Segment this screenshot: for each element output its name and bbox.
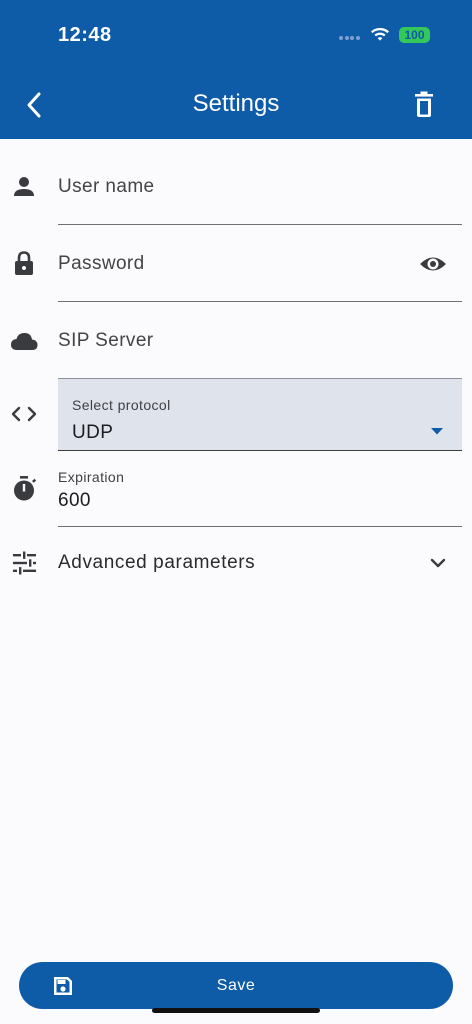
eye-icon[interactable] <box>418 249 448 279</box>
lock-icon <box>15 251 33 275</box>
username-input[interactable] <box>58 176 438 198</box>
expiration-label: Expiration <box>58 469 125 485</box>
cellular-signal-icon <box>339 36 363 42</box>
app-header: 12:48 100 Settings <box>0 0 472 139</box>
person-icon <box>14 177 34 196</box>
battery-indicator: 100 <box>399 27 430 43</box>
cloud-icon <box>11 333 38 350</box>
wifi-icon <box>371 28 389 41</box>
home-indicator <box>152 1008 320 1013</box>
protocol-select-value: UDP <box>72 422 114 443</box>
chevron-down-icon[interactable] <box>424 548 454 578</box>
save-button[interactable]: Save <box>19 962 453 1009</box>
timer-icon <box>14 476 37 501</box>
protocol-select-label: Select protocol <box>72 397 171 413</box>
username-underline <box>58 224 462 225</box>
sip-server-input[interactable] <box>58 330 438 352</box>
password-input[interactable] <box>58 253 398 275</box>
page-title: Settings <box>192 90 280 117</box>
advanced-parameters-label[interactable]: Advanced parameters <box>58 552 255 574</box>
tune-icon <box>13 551 36 575</box>
caret-down-icon <box>431 428 443 435</box>
save-button-label: Save <box>216 977 256 994</box>
protocol-select[interactable]: Select protocol UDP <box>58 378 462 451</box>
trash-icon[interactable] <box>410 90 438 120</box>
password-underline <box>58 301 462 302</box>
expiration-underline <box>58 526 462 527</box>
expiration-input[interactable] <box>58 490 358 512</box>
code-icon <box>11 406 37 422</box>
status-time: 12:48 <box>58 24 112 46</box>
